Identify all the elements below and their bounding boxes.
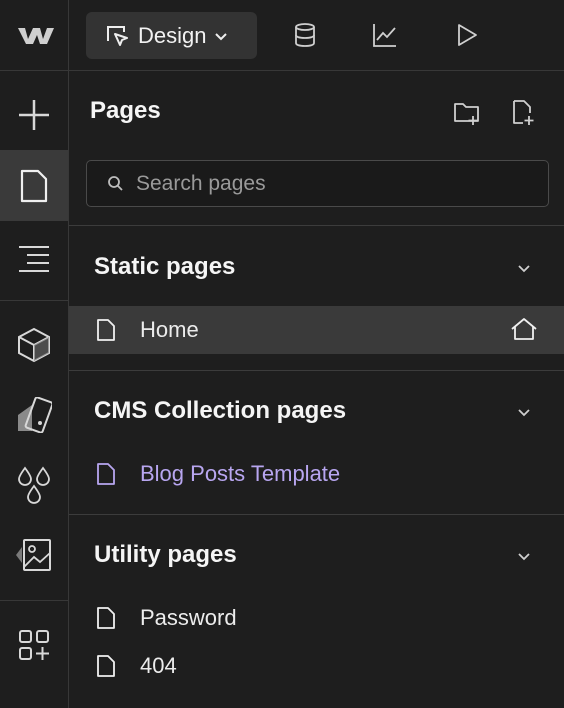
section-divider: [69, 225, 564, 226]
apps-icon: [19, 630, 49, 660]
page-icon: [97, 319, 115, 341]
variables-icon: [18, 466, 50, 504]
page-label: 404: [140, 653, 177, 678]
new-page-icon[interactable]: [510, 99, 538, 127]
database-icon[interactable]: [292, 22, 318, 48]
topbar-divider: [68, 0, 69, 71]
design-mode-button[interactable]: Design: [86, 12, 257, 59]
page-label: Blog Posts Template: [140, 461, 341, 486]
add-icon: [19, 100, 49, 130]
rail-divider: [0, 300, 68, 301]
section-title-static-pages[interactable]: Static pages: [94, 253, 235, 281]
cms-page-icon: [97, 463, 115, 485]
chevron-down-icon: [215, 32, 228, 40]
chevron-down-icon[interactable]: [516, 548, 532, 564]
chevron-down-icon[interactable]: [516, 404, 532, 420]
page-icon: [97, 607, 115, 629]
pages-panel: Pages Search pages Static pages Home CMS…: [69, 71, 564, 708]
new-folder-icon[interactable]: [453, 99, 481, 127]
home-icon: [511, 318, 537, 340]
page-item-home[interactable]: Home: [69, 306, 564, 354]
add-panel-button[interactable]: [0, 83, 68, 147]
page-icon: [97, 655, 115, 677]
page-item-password[interactable]: Password: [69, 594, 564, 642]
variables-panel-button[interactable]: [0, 453, 68, 517]
page-item-404[interactable]: 404: [69, 642, 564, 690]
page-label: Password: [140, 605, 237, 630]
styles-panel-button[interactable]: [0, 383, 68, 447]
assets-icon: [16, 539, 51, 571]
apps-panel-button[interactable]: [0, 613, 68, 677]
navigator-panel-button[interactable]: [0, 223, 68, 293]
left-rail: [0, 71, 69, 708]
section-title-cms-pages[interactable]: CMS Collection pages: [94, 397, 346, 425]
rail-divider: [0, 600, 68, 601]
chevron-down-icon[interactable]: [516, 260, 532, 276]
page-icon: [20, 169, 48, 202]
navigator-icon: [19, 246, 49, 272]
design-mode-label: Design: [138, 22, 207, 48]
assets-panel-button[interactable]: [0, 523, 68, 587]
chart-icon[interactable]: [372, 22, 398, 48]
section-divider: [69, 514, 564, 515]
components-icon: [18, 327, 50, 363]
section-divider: [69, 370, 564, 371]
search-input[interactable]: Search pages: [86, 160, 549, 207]
components-panel-button[interactable]: [0, 313, 68, 377]
play-icon[interactable]: [454, 22, 480, 48]
cursor-select-icon: [107, 25, 128, 46]
section-title-utility-pages[interactable]: Utility pages: [94, 541, 237, 569]
page-item-blog-posts-template[interactable]: Blog Posts Template: [69, 450, 564, 498]
styles-icon: [18, 397, 52, 433]
pages-panel-button[interactable]: [0, 150, 68, 221]
panel-title: Pages: [90, 97, 161, 124]
search-icon: [108, 176, 123, 191]
top-bar: Design: [0, 0, 564, 71]
webflow-logo-icon[interactable]: [16, 24, 56, 48]
search-placeholder: Search pages: [136, 171, 266, 195]
page-label: Home: [140, 317, 199, 342]
